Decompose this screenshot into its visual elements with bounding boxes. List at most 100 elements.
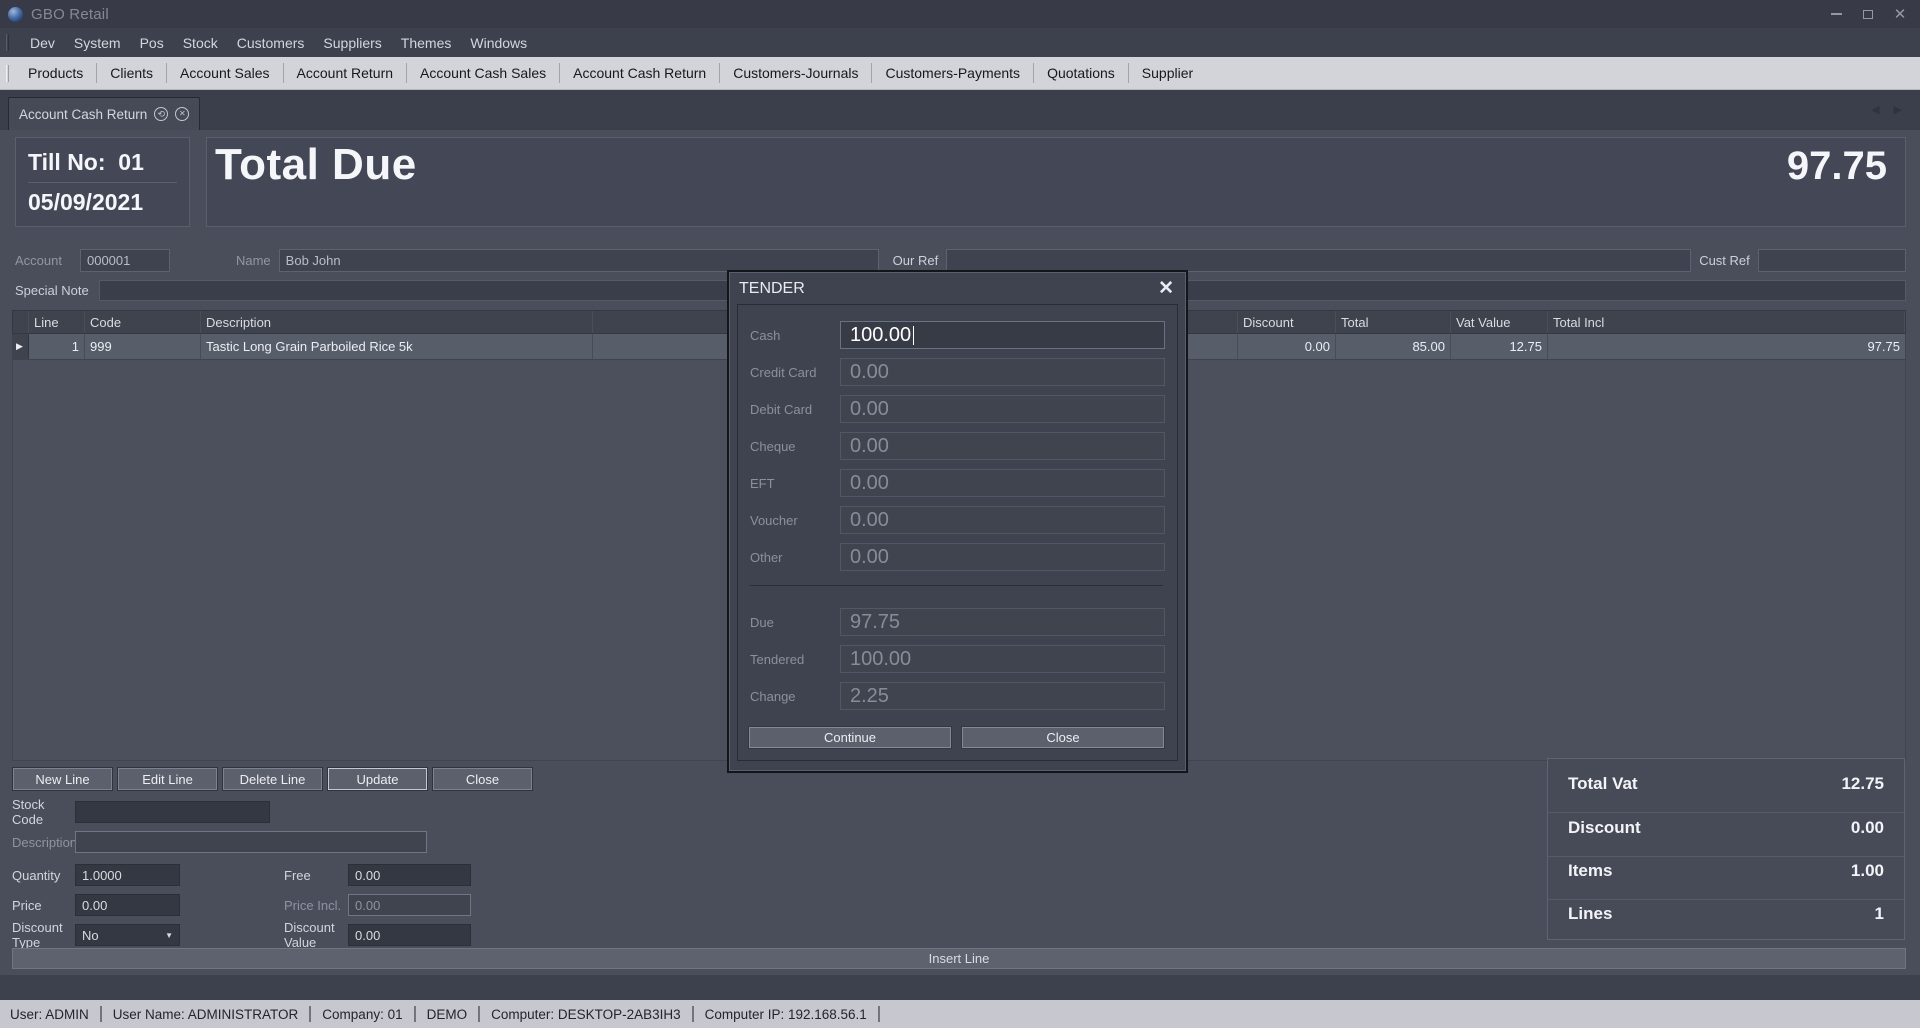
menu-system[interactable]: System <box>65 31 130 55</box>
edit-line-button[interactable]: Edit Line <box>117 767 218 791</box>
cash-input[interactable]: 100.00 <box>840 321 1165 349</box>
close-line-button[interactable]: Close <box>432 767 533 791</box>
menu-stock[interactable]: Stock <box>174 31 227 55</box>
price-label: Price <box>12 898 75 913</box>
change-label: Change <box>748 689 840 704</box>
tendered-label: Tendered <box>748 652 840 667</box>
tender-dialog-titlebar[interactable]: TENDER ✕ <box>729 272 1186 302</box>
our-ref-input[interactable] <box>946 249 1691 272</box>
status-separator <box>309 1006 311 1022</box>
tab-account-cash-sales[interactable]: Account Cash Sales <box>407 57 559 89</box>
cell-code: 999 <box>85 334 201 359</box>
text-cursor <box>913 326 914 345</box>
status-separator <box>878 1006 880 1022</box>
update-button[interactable]: Update <box>327 767 428 791</box>
grid-header-description[interactable]: Description <box>201 311 593 333</box>
tab-account-sales[interactable]: Account Sales <box>167 57 283 89</box>
eft-input[interactable]: 0.00 <box>840 469 1165 497</box>
free-input[interactable]: 0.00 <box>348 864 471 886</box>
restore-button[interactable] <box>1860 7 1876 21</box>
cheque-label: Cheque <box>748 439 840 454</box>
other-input[interactable]: 0.00 <box>840 543 1165 571</box>
price-incl-input[interactable]: 0.00 <box>348 894 471 916</box>
cust-ref-label: Cust Ref <box>1699 253 1750 268</box>
tab-supplier[interactable]: Supplier <box>1129 57 1206 89</box>
eft-label: EFT <box>748 476 840 491</box>
status-separator <box>692 1006 694 1022</box>
grid-header-total[interactable]: Total <box>1336 311 1451 333</box>
tab-products[interactable]: Products <box>15 57 96 89</box>
cust-ref-input[interactable] <box>1758 249 1906 272</box>
price-incl-label: Price Incl. <box>284 898 348 913</box>
cheque-input[interactable]: 0.00 <box>840 432 1165 460</box>
tab-scroll-right-icon[interactable]: ▶ <box>1894 103 1902 116</box>
continue-button[interactable]: Continue <box>748 726 952 749</box>
bottom-strip <box>0 975 1920 1000</box>
tab-scroll-left-icon[interactable]: ◀ <box>1871 103 1879 116</box>
status-computer-ip: Computer IP: 192.168.56.1 <box>705 1007 867 1022</box>
tab-customers-journals[interactable]: Customers-Journals <box>720 57 871 89</box>
quantity-input[interactable]: 1.0000 <box>75 864 180 886</box>
menu-dev[interactable]: Dev <box>21 31 64 55</box>
debit-card-label: Debit Card <box>748 402 840 417</box>
status-user-name: User Name: ADMINISTRATOR <box>113 1007 299 1022</box>
name-input[interactable]: Bob John <box>279 249 879 272</box>
special-note-label: Special Note <box>15 283 89 298</box>
debit-card-input[interactable]: 0.00 <box>840 395 1165 423</box>
document-tab-label: Account Cash Return <box>19 107 147 122</box>
status-company-name: DEMO <box>427 1007 468 1022</box>
menu-suppliers[interactable]: Suppliers <box>314 31 390 55</box>
grid-header-line[interactable]: Line <box>29 311 85 333</box>
tab-clients[interactable]: Clients <box>97 57 166 89</box>
tender-close-icon[interactable]: ✕ <box>1158 279 1174 298</box>
menu-customers[interactable]: Customers <box>228 31 314 55</box>
tab-quotations[interactable]: Quotations <box>1034 57 1128 89</box>
insert-line-button[interactable]: Insert Line <box>12 948 1906 969</box>
discount-value-input[interactable]: 0.00 <box>348 924 471 946</box>
credit-card-input[interactable]: 0.00 <box>840 358 1165 386</box>
discount-type-select[interactable]: No ▼ <box>75 924 180 946</box>
minimize-button[interactable] <box>1828 7 1844 21</box>
stock-code-label: Stock Code <box>12 797 75 827</box>
stock-code-input[interactable] <box>75 801 270 823</box>
account-input[interactable]: 000001 <box>80 249 170 272</box>
grid-header-total-incl[interactable]: Total Incl <box>1548 311 1905 333</box>
description-input[interactable] <box>75 831 427 853</box>
status-separator <box>100 1006 102 1022</box>
lines-label: Lines <box>1568 904 1612 924</box>
status-computer: Computer: DESKTOP-2AB3IH3 <box>491 1007 681 1022</box>
voucher-input[interactable]: 0.00 <box>840 506 1165 534</box>
voucher-label: Voucher <box>748 513 840 528</box>
menu-pos[interactable]: Pos <box>131 31 173 55</box>
price-input[interactable]: 0.00 <box>75 894 180 916</box>
tender-close-button[interactable]: Close <box>961 726 1165 749</box>
tender-dialog: TENDER ✕ Cash 100.00 Credit Card 0.00 De… <box>727 270 1188 773</box>
document-tab-strip: Account Cash Return ⟲ ✕ ◀ ▶ <box>0 90 1920 130</box>
items-row: Items 1.00 <box>1548 856 1904 886</box>
total-vat-value: 12.75 <box>1841 774 1884 794</box>
status-bar: User: ADMIN User Name: ADMINISTRATOR Com… <box>0 1000 1920 1028</box>
pin-icon[interactable]: ⟲ <box>154 107 168 121</box>
menu-windows[interactable]: Windows <box>461 31 536 55</box>
credit-card-label: Credit Card <box>748 365 840 380</box>
grid-header-code[interactable]: Code <box>85 311 201 333</box>
tab-account-return[interactable]: Account Return <box>284 57 407 89</box>
delete-line-button[interactable]: Delete Line <box>222 767 323 791</box>
grid-header-marker <box>13 311 29 333</box>
new-line-button[interactable]: New Line <box>12 767 113 791</box>
till-number: Till No: 01 <box>28 149 177 176</box>
tab-close-icon[interactable]: ✕ <box>175 107 189 121</box>
till-panel: Till No: 01 05/09/2021 <box>15 137 190 227</box>
tab-customers-payments[interactable]: Customers-Payments <box>872 57 1033 89</box>
document-tab-account-cash-return[interactable]: Account Cash Return ⟲ ✕ <box>8 97 200 130</box>
tender-dialog-title: TENDER <box>739 280 805 298</box>
discount-value: 0.00 <box>1851 818 1884 838</box>
close-icon: ✕ <box>1894 7 1907 22</box>
discount-type-value: No <box>82 928 99 943</box>
menu-themes[interactable]: Themes <box>392 31 461 55</box>
close-button[interactable]: ✕ <box>1892 7 1908 21</box>
grid-header-discount[interactable]: Discount <box>1238 311 1336 333</box>
tab-account-cash-return[interactable]: Account Cash Return <box>560 57 719 89</box>
cell-total-incl: 97.75 <box>1548 334 1905 359</box>
grid-header-vat-value[interactable]: Vat Value <box>1451 311 1548 333</box>
